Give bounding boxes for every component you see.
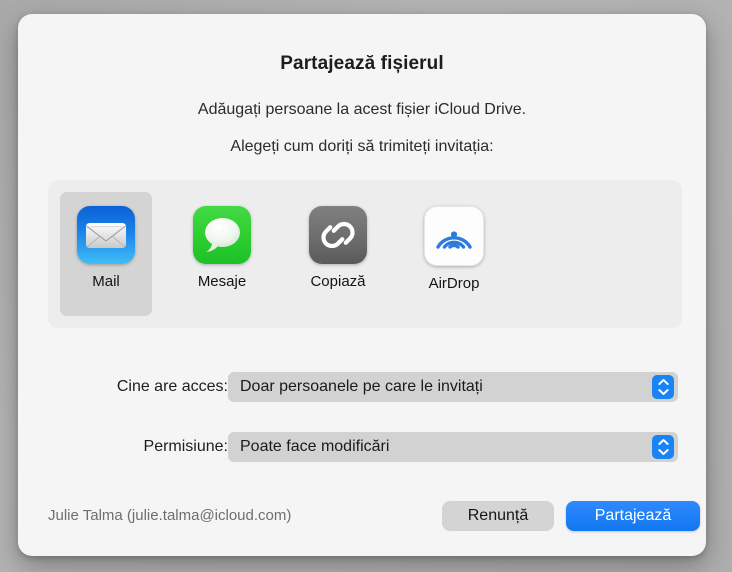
cancel-button[interactable]: Renunță bbox=[442, 501, 554, 531]
share-method-label: AirDrop bbox=[428, 275, 480, 292]
permission-label: Permisiune: bbox=[143, 438, 228, 455]
account-identity: Julie Talma (julie.talma@icloud.com) bbox=[48, 507, 292, 524]
permission-select[interactable]: Poate face modificări bbox=[228, 432, 678, 462]
share-method-messages[interactable]: Mesaje bbox=[176, 192, 268, 316]
access-option-row: Cine are acces: Doar persoanele pe care … bbox=[18, 372, 706, 402]
messages-app-icon bbox=[193, 206, 251, 264]
chevron-up-down-icon[interactable] bbox=[652, 375, 674, 399]
share-method-airdrop[interactable]: AirDrop bbox=[408, 192, 500, 316]
mail-app-icon bbox=[77, 206, 135, 264]
share-method-mail[interactable]: Mail bbox=[60, 192, 152, 316]
access-select[interactable]: Doar persoanele pe care le invitați bbox=[228, 372, 678, 402]
share-method-panel: Mail Mesaje Copiază AirDrop bbox=[48, 180, 682, 328]
share-file-dialog: Partajează fișierul Adăugați persoane la… bbox=[18, 14, 706, 556]
share-method-copy[interactable]: Copiază bbox=[292, 192, 384, 316]
access-label: Cine are acces: bbox=[116, 378, 228, 395]
chevron-up-down-icon[interactable] bbox=[652, 435, 674, 459]
share-method-label: Mail bbox=[92, 273, 120, 290]
permission-select-value: Poate face modificări bbox=[240, 438, 390, 455]
dialog-subtitle-primary: Adăugați persoane la acest fișier iCloud… bbox=[197, 101, 527, 118]
airdrop-icon bbox=[424, 206, 484, 266]
dialog-subtitle-secondary: Alegeți cum doriți să trimiteți invitați… bbox=[230, 138, 494, 155]
share-button[interactable]: Partajează bbox=[566, 501, 700, 531]
share-method-label: Mesaje bbox=[197, 273, 247, 290]
link-chain-icon bbox=[309, 206, 367, 264]
share-method-label: Copiază bbox=[310, 273, 366, 290]
access-select-value: Doar persoanele pe care le invitați bbox=[240, 378, 483, 395]
permission-option-row: Permisiune: Poate face modificări bbox=[18, 432, 706, 462]
dialog-title: Partajează fișierul bbox=[280, 53, 444, 74]
